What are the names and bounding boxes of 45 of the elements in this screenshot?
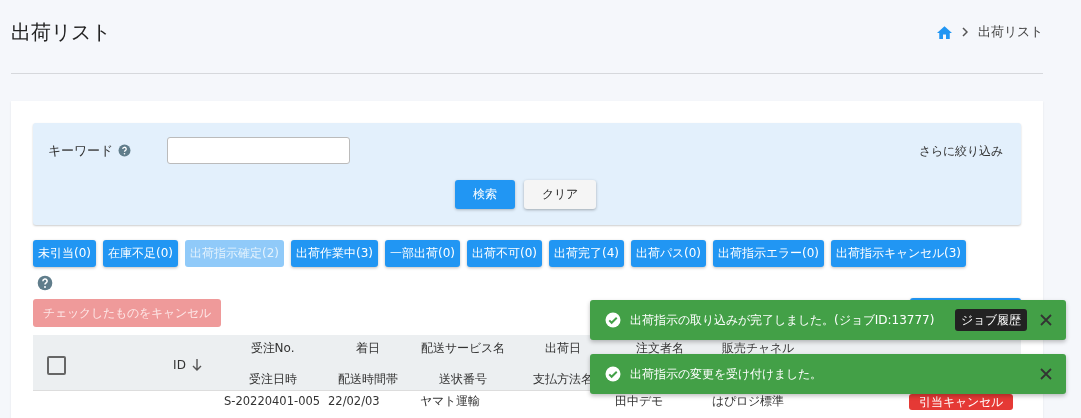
column-header: 受注日時 bbox=[248, 371, 297, 388]
column-header: 配送サービス名 bbox=[420, 340, 505, 357]
column-header: 送状番号 bbox=[438, 371, 487, 388]
column-header: 着日 bbox=[355, 340, 380, 357]
status-filter-button[interactable]: 出荷指示キャンセル(3) bbox=[831, 240, 966, 267]
status-filter-button[interactable]: 一部出荷(0) bbox=[385, 240, 460, 267]
column-header: 注文者名 bbox=[636, 340, 684, 357]
sort-arrow-icon[interactable] bbox=[191, 359, 202, 371]
more-filters-link[interactable]: さらに絞り込み bbox=[919, 143, 1003, 160]
home-icon[interactable] bbox=[937, 25, 952, 39]
select-all-checkbox[interactable] bbox=[47, 355, 66, 375]
help-icon[interactable] bbox=[118, 144, 131, 157]
keyword-field[interactable] bbox=[167, 137, 350, 164]
keyword-label: キーワード bbox=[48, 141, 113, 160]
column-header[interactable]: ID bbox=[173, 358, 186, 372]
table-cell-text: 田中デモ bbox=[614, 394, 664, 409]
clear-button[interactable]: クリア bbox=[524, 180, 596, 209]
close-icon[interactable] bbox=[1039, 313, 1053, 327]
help-icon[interactable] bbox=[37, 275, 53, 291]
job-history-button[interactable]: ジョブ履歴 bbox=[955, 309, 1027, 331]
breadcrumb-item: 出荷リスト bbox=[978, 23, 1043, 41]
toast-message: 出荷指示の取り込みが完了しました。(ジョブID:13777) bbox=[630, 311, 936, 329]
page-title: 出荷リスト bbox=[11, 18, 111, 46]
status-filter-button[interactable]: 未引当(0) bbox=[33, 240, 96, 267]
column-header: 配送時間帯 bbox=[337, 371, 398, 388]
column-header: 受注No. bbox=[250, 340, 295, 357]
table-cell-text: ヤマト運輸 bbox=[419, 394, 481, 409]
column-header: 出荷日 bbox=[544, 340, 581, 357]
check-circle-icon bbox=[604, 311, 622, 329]
search-button[interactable]: 検索 bbox=[455, 180, 515, 209]
allocation-cancel-button[interactable]: 引当キャンセル bbox=[909, 394, 1013, 410]
status-filter-button[interactable]: 出荷パス(0) bbox=[631, 240, 706, 267]
check-circle-icon bbox=[604, 365, 622, 383]
toast-message: 出荷指示の変更を受け付けました。 bbox=[630, 365, 823, 383]
status-filter-button[interactable]: 出荷不可(0) bbox=[467, 240, 542, 267]
table-cell-text: 22/02/03 bbox=[327, 394, 381, 409]
close-icon[interactable] bbox=[1039, 367, 1053, 381]
table-cell-text: S-20220401-005 bbox=[223, 394, 322, 409]
chevron-right-icon bbox=[962, 27, 968, 37]
status-filter-button[interactable]: 出荷作業中(3) bbox=[291, 240, 378, 267]
column-header: 販売チャネル bbox=[721, 340, 794, 357]
status-filter-button[interactable]: 出荷完了(4) bbox=[549, 240, 624, 267]
status-filter-button[interactable]: 出荷指示エラー(0) bbox=[713, 240, 824, 267]
table-cell-text: はぴロジ標準 bbox=[711, 394, 785, 409]
status-filter-button[interactable]: 在庫不足(0) bbox=[103, 240, 178, 267]
